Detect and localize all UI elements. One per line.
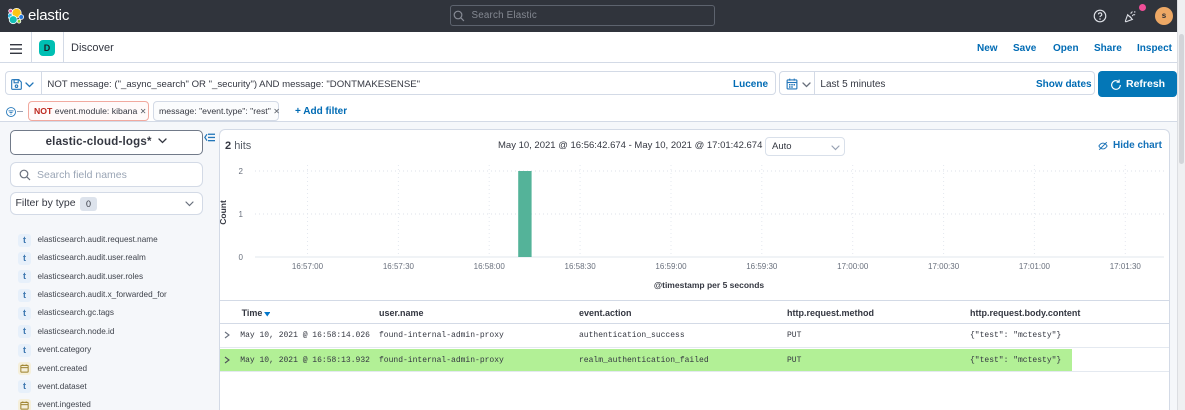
svg-text:16:58:30: 16:58:30 — [565, 262, 597, 271]
svg-text:Count: Count — [219, 200, 228, 225]
svg-text:16:57:30: 16:57:30 — [383, 262, 415, 271]
svg-text:16:59:00: 16:59:00 — [655, 262, 687, 271]
svg-text:@timestamp per 5 seconds: @timestamp per 5 seconds — [654, 280, 765, 290]
svg-text:17:01:30: 17:01:30 — [1110, 262, 1142, 271]
svg-text:16:58:00: 16:58:00 — [474, 262, 506, 271]
svg-text:17:01:00: 17:01:00 — [1019, 262, 1051, 271]
svg-text:2: 2 — [239, 167, 244, 176]
svg-text:17:00:30: 17:00:30 — [928, 262, 960, 271]
svg-text:17:00:00: 17:00:00 — [837, 262, 869, 271]
svg-text:1: 1 — [239, 210, 244, 219]
svg-text:0: 0 — [239, 253, 244, 262]
svg-text:16:57:00: 16:57:00 — [292, 262, 324, 271]
svg-text:16:59:30: 16:59:30 — [746, 262, 778, 271]
